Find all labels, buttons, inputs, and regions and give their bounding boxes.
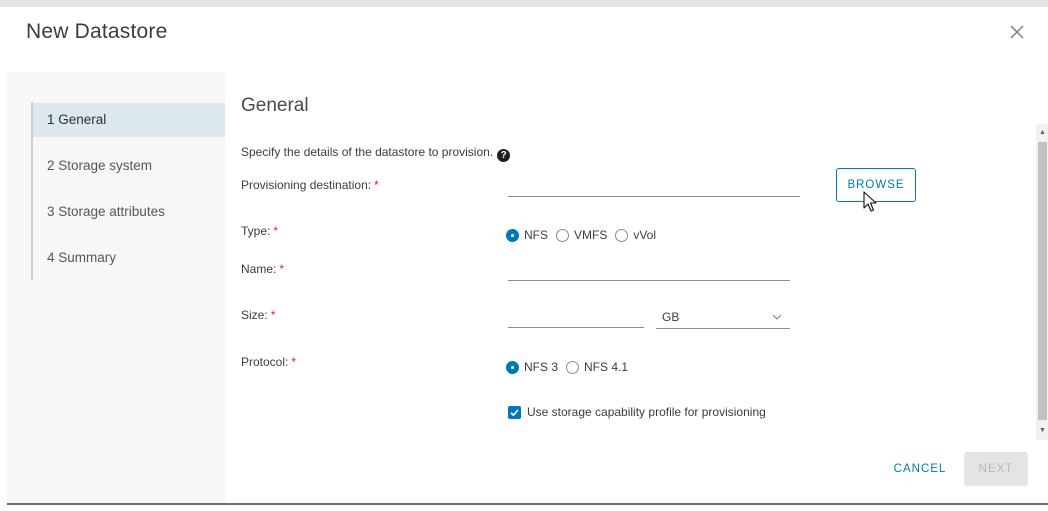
required-marker: * bbox=[291, 355, 297, 369]
name-label-text: Name: bbox=[241, 262, 277, 276]
chevron-down-icon bbox=[772, 310, 782, 324]
radio-selected-icon bbox=[506, 228, 519, 242]
size-unit-value: GB bbox=[662, 310, 680, 324]
cancel-button[interactable]: CANCEL bbox=[884, 452, 956, 486]
protocol-option-nfs41: NFS 4.1 bbox=[584, 360, 629, 374]
required-marker: * bbox=[374, 178, 379, 192]
protocol-radio-nfs41[interactable]: NFS 4.1 bbox=[566, 360, 628, 374]
step-summary[interactable]: 4 Summary bbox=[33, 241, 225, 275]
required-marker: * bbox=[270, 308, 276, 322]
scroll-down-arrow-icon[interactable]: ▼ bbox=[1038, 426, 1047, 436]
radio-selected-icon bbox=[506, 360, 519, 374]
type-option-vvol: vVol bbox=[633, 228, 657, 242]
radio-empty-icon bbox=[615, 228, 629, 242]
size-label: Size: * bbox=[241, 308, 275, 322]
protocol-radio-group: NFS 3 NFS 4.1 bbox=[506, 360, 636, 374]
type-label-text: Type: bbox=[241, 224, 271, 238]
close-icon[interactable] bbox=[1005, 20, 1029, 44]
name-input[interactable] bbox=[508, 260, 790, 281]
section-description: Specify the details of the datastore to … bbox=[241, 145, 511, 162]
protocol-radio-nfs3[interactable]: NFS 3 bbox=[506, 360, 558, 374]
destination-label: Provisioning destination: * bbox=[241, 178, 379, 192]
destination-input[interactable] bbox=[508, 176, 800, 197]
type-radio-vmfs[interactable]: VMFS bbox=[556, 228, 607, 242]
step-general[interactable]: 1 General bbox=[33, 103, 225, 137]
next-button[interactable]: NEXT bbox=[964, 452, 1028, 486]
protocol-label-text: Protocol: bbox=[241, 355, 289, 369]
section-heading: General bbox=[241, 95, 309, 116]
type-radio-group: NFS VMFS vVol bbox=[506, 228, 664, 242]
type-option-vmfs: VMFS bbox=[574, 228, 608, 242]
size-unit-select[interactable]: GB bbox=[656, 308, 790, 329]
type-radio-nfs[interactable]: NFS bbox=[506, 228, 548, 242]
name-label: Name: * bbox=[241, 262, 284, 276]
radio-empty-icon bbox=[556, 228, 569, 242]
protocol-option-nfs3: NFS 3 bbox=[524, 360, 559, 374]
radio-empty-icon bbox=[566, 360, 580, 374]
description-text: Specify the details of the datastore to … bbox=[241, 145, 494, 159]
step-storage-attributes[interactable]: 3 Storage attributes bbox=[33, 195, 225, 229]
dialog-bottom-border bbox=[7, 503, 1048, 505]
window-top-strip bbox=[0, 0, 1048, 7]
scroll-up-arrow-icon[interactable]: ▲ bbox=[1038, 128, 1047, 138]
dialog-title: New Datastore bbox=[26, 20, 168, 43]
destination-label-text: Provisioning destination: bbox=[241, 178, 372, 192]
required-marker: * bbox=[279, 262, 285, 276]
capability-profile-label: Use storage capability profile for provi… bbox=[527, 405, 766, 419]
size-label-text: Size: bbox=[241, 308, 268, 322]
help-circle-icon[interactable]: ? bbox=[497, 149, 511, 162]
protocol-label: Protocol: * bbox=[241, 355, 296, 369]
required-marker: * bbox=[273, 224, 279, 238]
scrollbar-thumb[interactable] bbox=[1038, 142, 1047, 420]
type-radio-vvol[interactable]: vVol bbox=[615, 228, 656, 242]
checkmark-icon bbox=[508, 405, 521, 419]
type-label: Type: * bbox=[241, 224, 278, 238]
browse-button[interactable]: BROWSE bbox=[836, 168, 916, 202]
step-storage-system[interactable]: 2 Storage system bbox=[33, 149, 225, 183]
size-input[interactable] bbox=[508, 307, 644, 328]
type-option-nfs: NFS bbox=[524, 228, 548, 242]
capability-profile-checkbox[interactable]: Use storage capability profile for provi… bbox=[508, 405, 766, 419]
